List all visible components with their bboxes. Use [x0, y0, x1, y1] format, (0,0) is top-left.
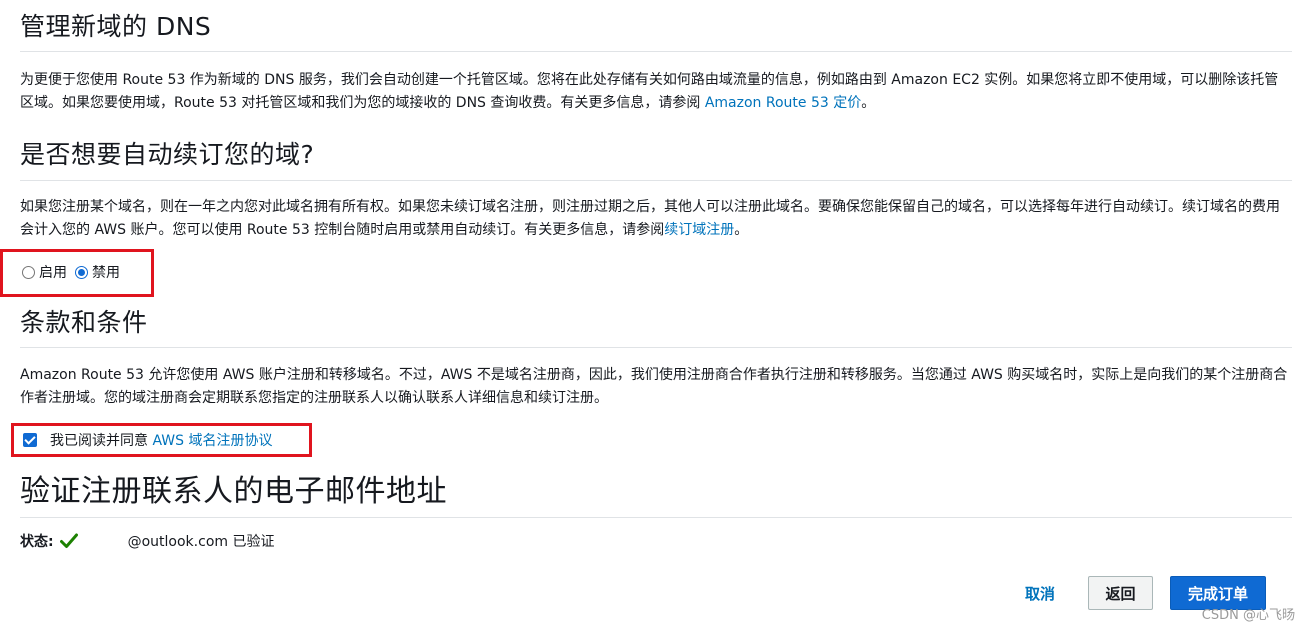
divider [20, 517, 1292, 518]
highlight-box-radio [0, 249, 154, 297]
renew-section-title: 是否想要自动续订您的域? [20, 140, 315, 169]
cancel-button[interactable]: 取消 [1010, 576, 1070, 610]
verify-section-title: 验证注册联系人的电子邮件地址 [20, 474, 447, 509]
highlight-box-checkbox [11, 423, 312, 457]
dns-description-end: 。 [861, 94, 876, 111]
renew-registration-link[interactable]: 续订域注册 [664, 222, 734, 238]
terms-section-title: 条款和条件 [20, 308, 148, 337]
route53-pricing-link[interactable]: Amazon Route 53 定价 [705, 95, 861, 111]
divider [20, 347, 1292, 348]
verification-status: 状态: @outlook.com 已验证 [20, 530, 274, 552]
dns-description-text: 为更便于您使用 Route 53 作为新域的 DNS 服务，我们会自动创建一个托… [20, 72, 1279, 111]
renew-description-end: 。 [734, 221, 749, 238]
checkmark-icon [59, 533, 78, 548]
status-label: 状态: [20, 534, 54, 550]
dns-description: 为更便于您使用 Route 53 作为新域的 DNS 服务，我们会自动创建一个托… [20, 69, 1292, 114]
domain-registration-page: 管理新域的 DNS 为更便于您使用 Route 53 作为新域的 DNS 服务，… [0, 0, 1309, 628]
divider [20, 51, 1292, 52]
back-button[interactable]: 返回 [1088, 576, 1153, 610]
dns-section-title: 管理新域的 DNS [20, 12, 212, 41]
terms-description: Amazon Route 53 允许您使用 AWS 账户注册和转移域名。不过，A… [20, 367, 1288, 406]
watermark: CSDN @心飞旸 [1201, 608, 1295, 623]
renew-description-text: 如果您注册某个域名，则在一年之内您对此域名拥有所有权。如果您未续订域名注册，则注… [20, 199, 1280, 238]
divider [20, 180, 1292, 181]
status-email-text: @outlook.com 已验证 [127, 534, 275, 550]
renew-description: 如果您注册某个域名，则在一年之内您对此域名拥有所有权。如果您未续订域名注册，则注… [20, 196, 1292, 241]
